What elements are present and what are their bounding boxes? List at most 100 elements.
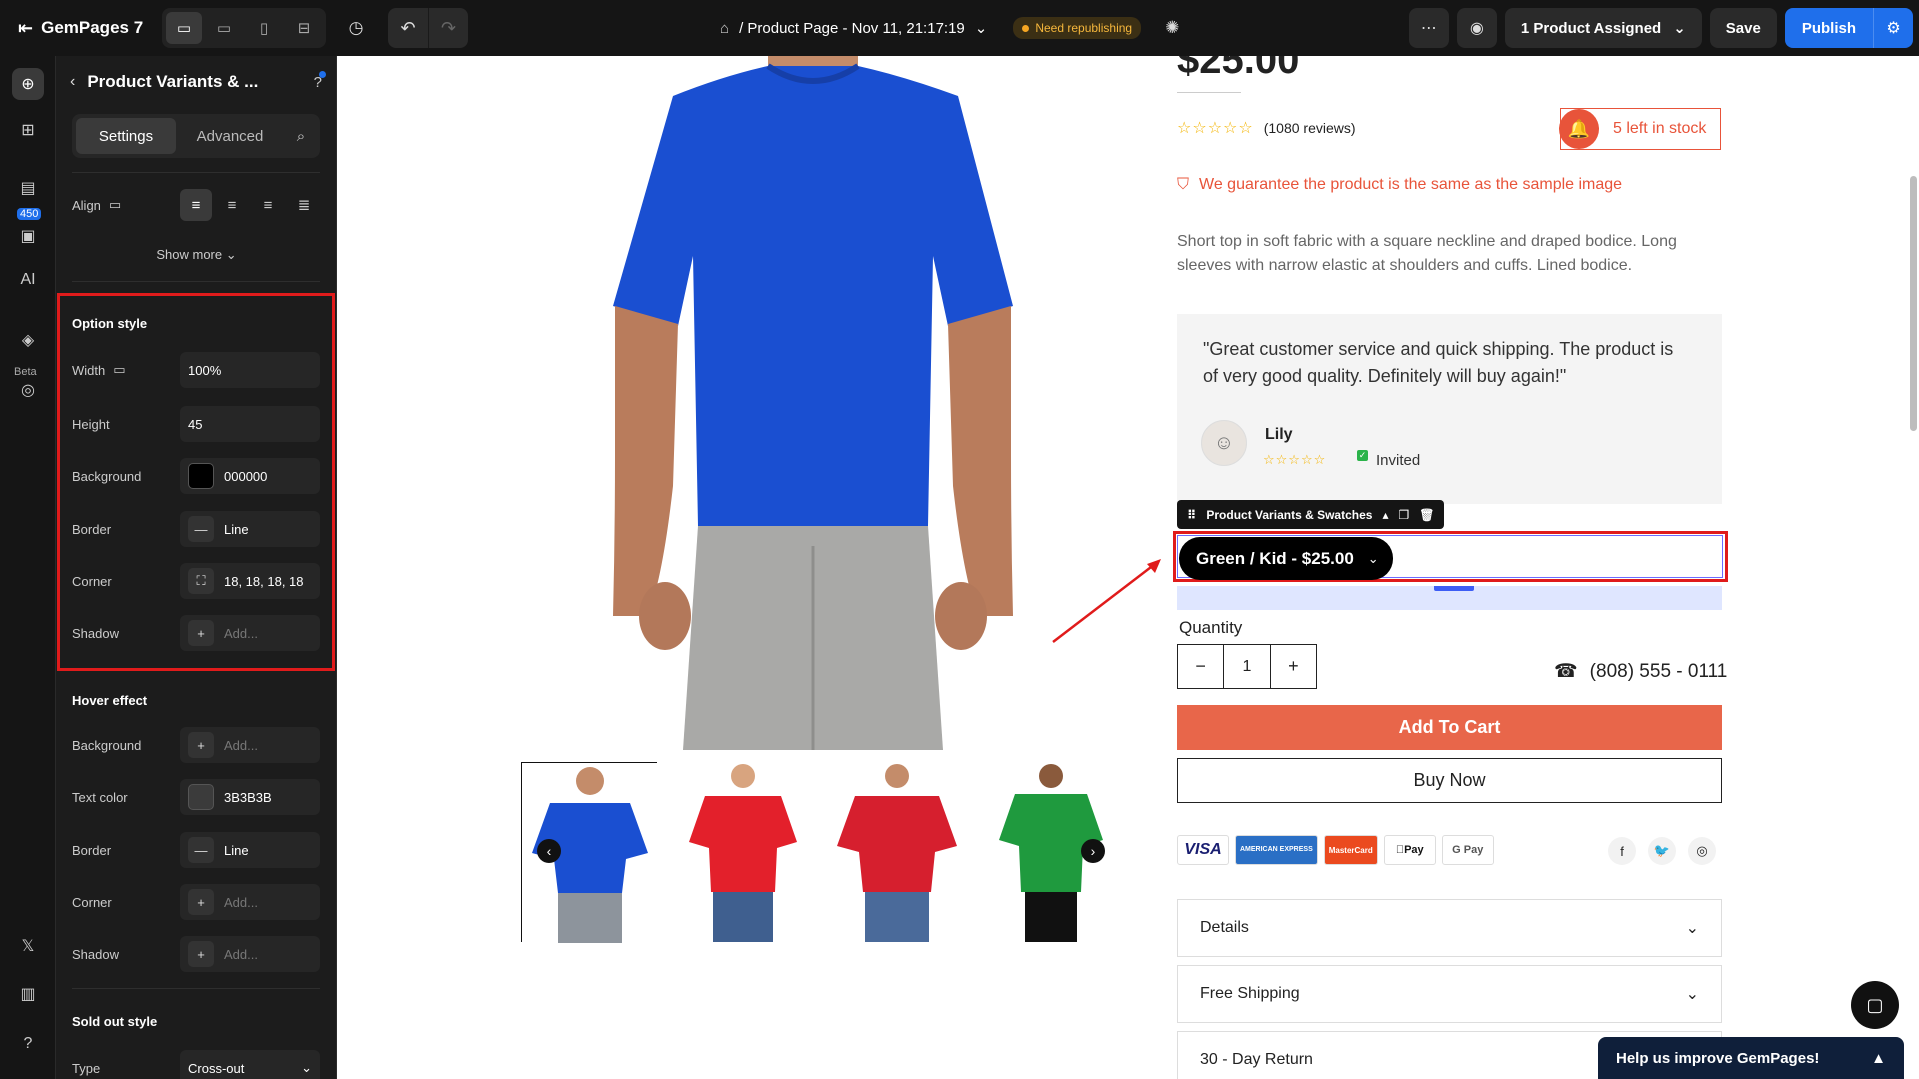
exit-icon[interactable]: ⇤ xyxy=(18,18,33,39)
sections-icon[interactable]: ⊞ xyxy=(12,114,44,146)
help-icon[interactable]: ? xyxy=(314,70,326,91)
invited-badge: ✓ Invited xyxy=(1357,450,1421,469)
status-badge: Need republishing xyxy=(1013,17,1142,39)
mastercard-icon: MasterCard xyxy=(1323,835,1378,865)
variant-dropdown[interactable]: Green / Kid - $25.00 ⌄ xyxy=(1179,537,1393,580)
next-arrow-icon[interactable]: › xyxy=(1081,839,1105,863)
add-to-cart-button[interactable]: Add To Cart xyxy=(1177,705,1722,750)
duplicate-icon[interactable]: ❐ xyxy=(1398,508,1409,522)
page-selector[interactable]: ⌂ / Product Page - Nov 11, 21:17:19 ⌄ Ne… xyxy=(720,0,1179,56)
line-icon: — xyxy=(188,837,214,863)
align-left-icon[interactable]: ≡ xyxy=(180,189,212,221)
back-chevron-icon[interactable]: ‹ xyxy=(70,73,75,91)
accordion-details[interactable]: Details ⌄ xyxy=(1177,899,1722,957)
history-icon[interactable]: ◷ xyxy=(338,10,374,46)
social-links: f 🐦 ◎ xyxy=(1608,837,1716,865)
review-count: (1080 reviews) xyxy=(1263,120,1356,136)
chat-icon[interactable]: ▢ xyxy=(1851,981,1899,1029)
avatar: ☺ xyxy=(1201,420,1247,466)
quantity-stepper: − 1 + xyxy=(1177,644,1317,689)
pages-icon[interactable]: ▤ xyxy=(12,172,44,204)
library-icon[interactable]: ▣ xyxy=(12,220,44,252)
color-swatch[interactable] xyxy=(188,784,214,810)
option-style-highlight xyxy=(57,293,335,671)
hover-effect-title: Hover effect xyxy=(72,693,148,708)
amex-icon: AMERICAN EXPRESS xyxy=(1235,835,1318,865)
preview-eye-icon[interactable]: ◉ xyxy=(1456,8,1497,48)
caret-up-icon[interactable]: ▴ xyxy=(1382,508,1388,522)
add-element-icon[interactable]: ⊕ xyxy=(12,68,44,100)
show-more-link[interactable]: Show more ⌄ xyxy=(56,247,337,263)
hover-background-row: Background + Add... xyxy=(72,727,320,763)
mobile-icon[interactable]: ▯ xyxy=(246,12,282,44)
hover-background-field[interactable]: + Add... xyxy=(180,727,320,763)
publish-settings-gear-icon[interactable]: ⚙ xyxy=(1873,8,1913,48)
redo-icon[interactable]: ↷ xyxy=(428,8,468,48)
align-row: Align ▭ ≡ ≡ ≡ ≣ xyxy=(72,187,320,223)
quantity-input[interactable]: 1 xyxy=(1223,645,1271,688)
desktop-icon[interactable]: ▭ xyxy=(166,12,202,44)
help-circle-icon[interactable]: ? xyxy=(12,1028,44,1060)
ai-brain-icon[interactable]: ✺ xyxy=(1165,18,1179,38)
shield-icon: ⛉ xyxy=(1177,176,1190,193)
element-toolbar[interactable]: ⠿ Product Variants & Swatches ▴ ❐ 🗑 xyxy=(1177,500,1445,529)
twitter-icon[interactable]: 🐦 xyxy=(1648,837,1676,865)
accordion-free-shipping[interactable]: Free Shipping ⌄ xyxy=(1177,965,1722,1023)
more-icon[interactable]: ⋯ xyxy=(1408,8,1449,48)
testimonial-card: "Great customer service and quick shippi… xyxy=(1177,314,1722,504)
thumbnail-red-kid[interactable] xyxy=(675,762,811,942)
publish-button[interactable]: Publish xyxy=(1784,8,1873,48)
reviewer-stars-icon: ☆☆☆☆☆ xyxy=(1263,452,1327,467)
clipboard-icon[interactable]: ▥ xyxy=(12,978,44,1010)
app-logo[interactable]: ⇤ GemPages 7 xyxy=(0,18,160,39)
plus-icon[interactable]: + xyxy=(1271,645,1316,688)
tablet-landscape-icon[interactable]: ▭ xyxy=(206,12,242,44)
canvas-scrollbar[interactable] xyxy=(1910,176,1917,431)
hover-shadow-row: Shadow + Add... xyxy=(72,936,320,972)
hover-text-color-field[interactable]: 3B3B3B xyxy=(180,779,320,815)
search-icon[interactable]: ⌕ xyxy=(286,118,316,154)
align-right-icon[interactable]: ≡ xyxy=(252,189,284,221)
hover-border-field[interactable]: — Line xyxy=(180,832,320,868)
layers-icon[interactable]: ◈ xyxy=(12,324,44,356)
sold-out-type-select[interactable]: Cross-out ⌄ xyxy=(180,1050,320,1079)
prev-arrow-icon[interactable]: ‹ xyxy=(537,839,561,863)
undo-redo-group: ↶ ↷ xyxy=(388,8,468,48)
publish-group: Publish ⚙ xyxy=(1784,8,1913,48)
facebook-icon[interactable]: f xyxy=(1608,837,1636,865)
align-center-icon[interactable]: ≡ xyxy=(216,189,248,221)
product-main-image[interactable] xyxy=(553,56,1073,750)
bell-icon: 🔔 xyxy=(1559,109,1599,149)
align-label: Align ▭ xyxy=(72,197,122,213)
tab-advanced[interactable]: Advanced xyxy=(182,118,278,154)
product-assign-dropdown[interactable]: 1 Product Assigned ⌄ xyxy=(1504,8,1702,48)
hover-shadow-field[interactable]: + Add... xyxy=(180,936,320,972)
left-icon-rail: ⊕ ⊞ ▤ 450 ▣ AI ◈ Beta ◎ 𝕏 ▥ ? xyxy=(0,56,56,1079)
device-switcher: ▭ ▭ ▯ ⊟ xyxy=(162,8,326,48)
tab-settings[interactable]: Settings xyxy=(76,118,176,154)
thumbnail-red-adult[interactable] xyxy=(829,762,965,942)
thumbnail-strip xyxy=(521,762,1119,943)
minus-icon[interactable]: − xyxy=(1178,645,1223,688)
x-close-icon[interactable]: 𝕏 xyxy=(12,930,44,962)
hover-corner-row: Corner + Add... xyxy=(72,884,320,920)
panel-tabs: Settings Advanced ⌕ xyxy=(72,114,320,158)
buy-now-button[interactable]: Buy Now xyxy=(1177,758,1722,803)
location-icon[interactable]: ◎ xyxy=(12,374,44,406)
delete-icon[interactable]: 🗑 xyxy=(1419,508,1434,522)
layout-icon[interactable]: ⊟ xyxy=(286,12,322,44)
align-justify-icon[interactable]: ≣ xyxy=(288,189,320,221)
save-button[interactable]: Save xyxy=(1709,8,1777,48)
help-banner[interactable]: Help us improve GemPages! ▲ xyxy=(1598,1037,1904,1079)
instagram-icon[interactable]: ◎ xyxy=(1688,837,1716,865)
hover-corner-field[interactable]: + Add... xyxy=(180,884,320,920)
testimonial-quote: "Great customer service and quick shippi… xyxy=(1203,339,1674,386)
desktop-icon: ▭ xyxy=(108,197,122,212)
undo-icon[interactable]: ↶ xyxy=(388,8,428,48)
ai-icon[interactable]: AI xyxy=(12,264,44,296)
resize-handle[interactable] xyxy=(1434,586,1474,591)
star-rating-icon: ☆☆☆☆☆ xyxy=(1177,120,1254,137)
drag-handle-icon[interactable]: ⠿ xyxy=(1187,508,1196,522)
chevron-down-icon: ⌄ xyxy=(1685,986,1699,1003)
product-price: $25.00 xyxy=(1177,56,1300,82)
